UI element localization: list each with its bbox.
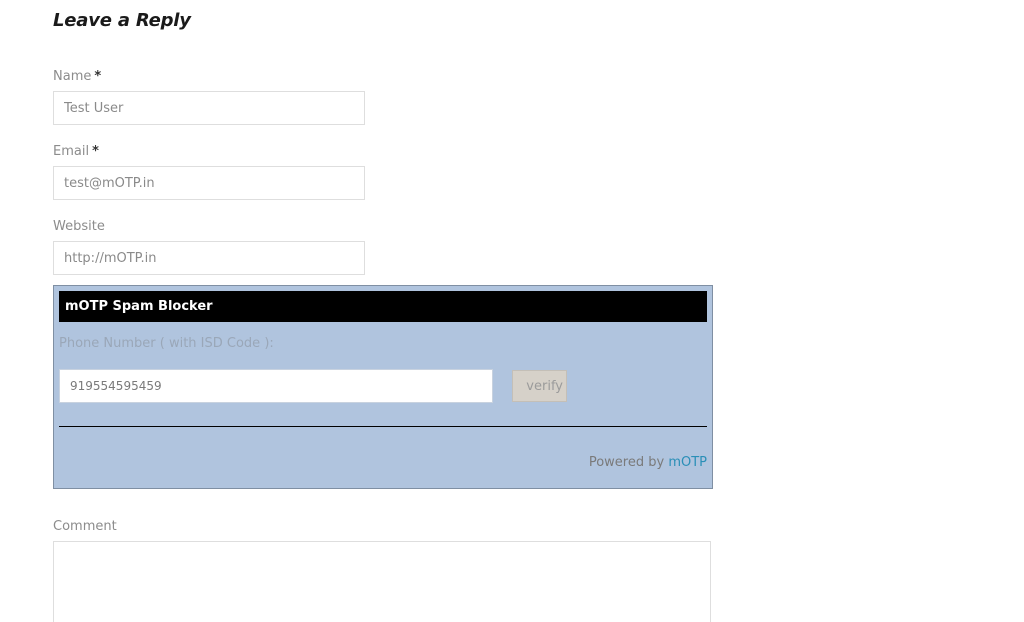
email-input[interactable] [53,166,365,200]
motp-link[interactable]: mOTP [668,455,707,470]
verify-button[interactable]: verify [512,370,567,402]
powered-by: Powered by mOTP [589,455,707,470]
spam-blocker-panel: mOTP Spam Blocker Phone Number ( with IS… [53,285,713,489]
website-label-text: Website [53,219,105,234]
email-label: Email * [53,144,99,159]
name-label: Name * [53,69,101,84]
website-label: Website [53,219,105,234]
name-label-text: Name [53,69,92,84]
website-input[interactable] [53,241,365,275]
email-required-mark: * [92,144,99,159]
name-input[interactable] [53,91,365,125]
phone-number-input[interactable] [59,369,493,403]
powered-by-text: Powered by [588,455,665,470]
spam-blocker-title: mOTP Spam Blocker [59,291,707,322]
name-required-mark: * [94,69,102,84]
comment-label-text: Comment [53,519,117,534]
email-label-text: Email [53,144,90,159]
spam-blocker-divider [59,426,707,427]
comment-textarea[interactable] [53,541,711,622]
reply-title: Leave a Reply [53,10,191,31]
phone-number-label: Phone Number ( with ISD Code ): [59,336,274,351]
comment-form-page: Leave a Reply Name* Email* Website mOTP … [0,0,1024,622]
comment-label: Comment [53,519,117,534]
